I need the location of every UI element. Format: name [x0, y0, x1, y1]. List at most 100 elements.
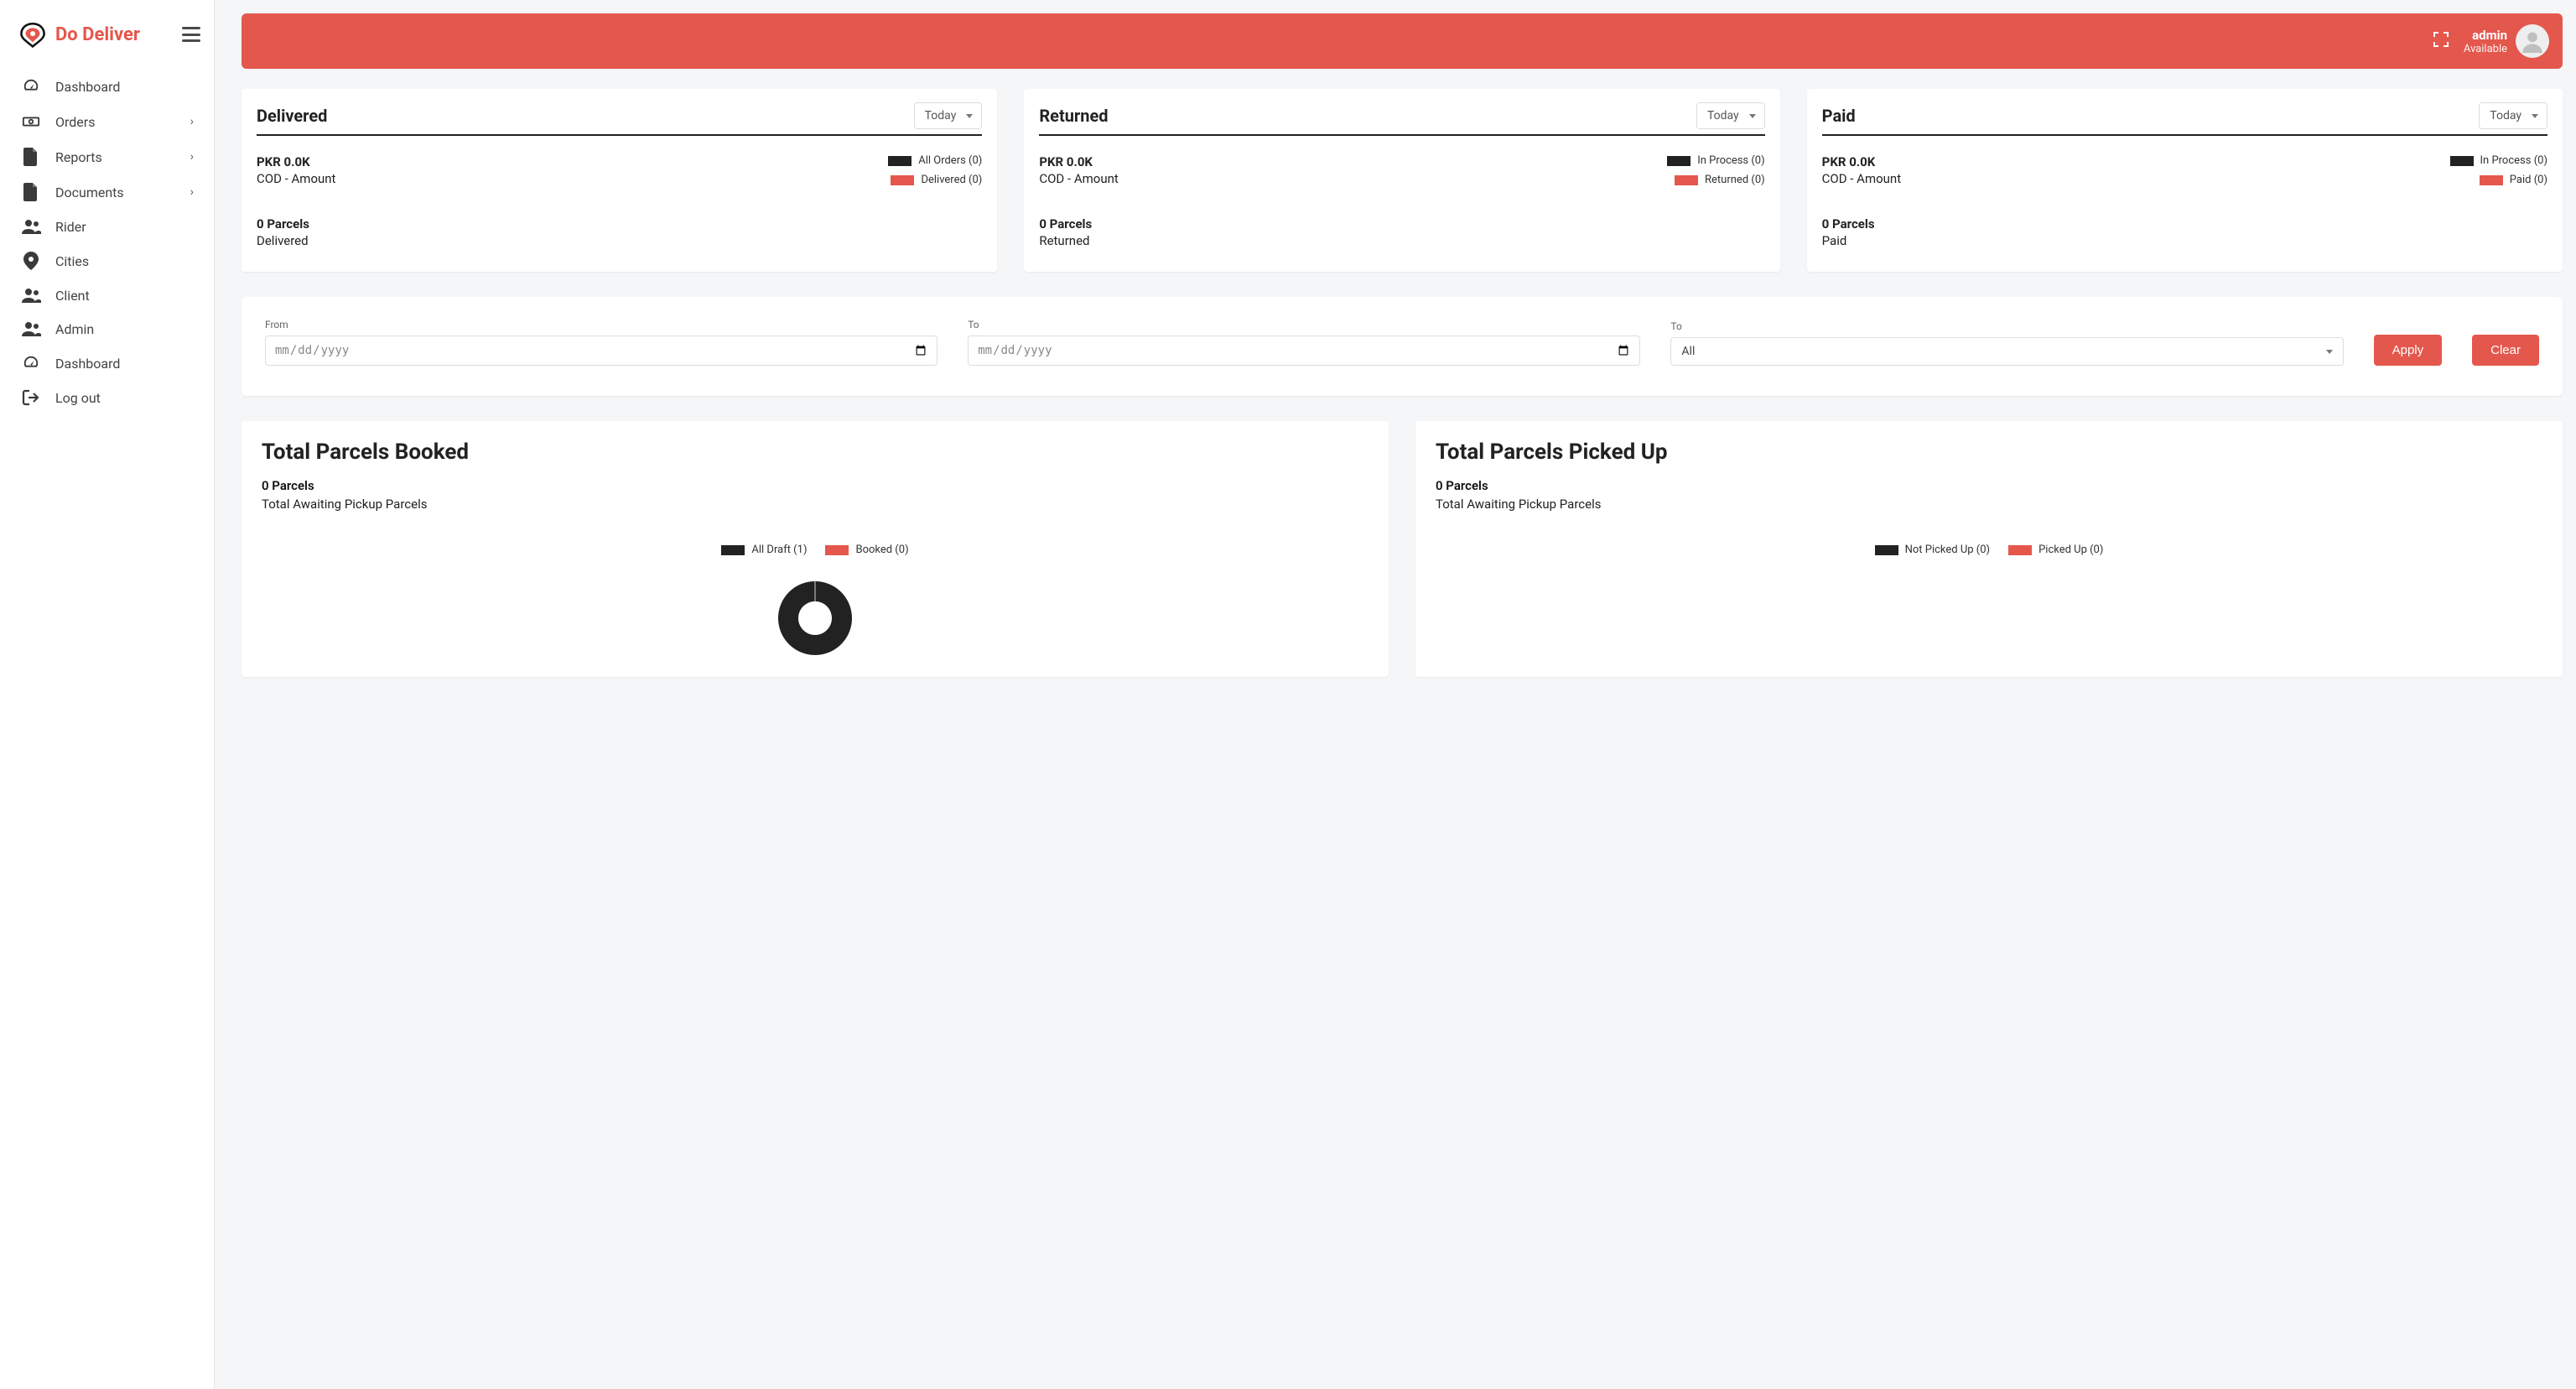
count-caption: Returned — [1039, 233, 1118, 248]
chart-caption: Total Awaiting Pickup Parcels — [262, 497, 1368, 512]
user-status: Available — [2464, 43, 2507, 55]
count-value: 0 Parcels — [257, 216, 335, 232]
sidebar-item-label: Rider — [55, 219, 194, 235]
count-caption: Paid — [1822, 233, 1901, 248]
amount-value: PKR 0.0K — [1822, 154, 1901, 169]
stat-card: ReturnedToday PKR 0.0K COD - Amount 0 Pa… — [1024, 89, 1779, 272]
legend-swatch — [721, 545, 745, 555]
sidebar-item-label: Documents — [55, 185, 177, 200]
chart-card: Total Parcels Picked Up 0 Parcels Total … — [1415, 421, 2563, 677]
period-select[interactable]: Today — [2479, 102, 2547, 129]
stat-card: Paid Today PKR 0.0K COD - Amount 0 Parcel… — [1807, 89, 2563, 272]
card-title: Paid — [1822, 106, 1856, 126]
users-icon — [20, 287, 42, 304]
count-value: 0 Parcels — [1039, 216, 1118, 232]
sidebar-item-orders[interactable]: Orders › — [8, 104, 205, 139]
legend-swatch — [1675, 175, 1698, 185]
users-icon — [20, 218, 42, 235]
hamburger-icon[interactable] — [182, 27, 200, 42]
legend-item: Booked (0) — [825, 544, 908, 556]
apply-button[interactable]: Apply — [2374, 335, 2443, 366]
sidebar-item-label: Dashboard — [55, 356, 194, 372]
legend-item: Delivered (0) — [888, 174, 982, 186]
brand-name: Do Deliver — [55, 24, 140, 45]
count-caption: Delivered — [257, 233, 335, 248]
sidebar-item-label: Client — [55, 288, 194, 304]
sidebar-item-label: Orders — [55, 114, 177, 130]
logo-icon — [18, 20, 47, 49]
legend-swatch — [891, 175, 914, 185]
sidebar-item-label: Cities — [55, 253, 194, 269]
file-icon — [20, 183, 42, 201]
sidebar-item-label: Reports — [55, 149, 177, 165]
count-value: 0 Parcels — [1822, 216, 1901, 232]
period-select[interactable]: Today — [1696, 102, 1765, 129]
chart-title: Total Parcels Picked Up — [1436, 440, 2542, 465]
user-menu[interactable]: admin Available — [2464, 24, 2549, 58]
chart-legend: All Draft (1) Booked (0) — [262, 544, 1368, 556]
chevron-right-icon: › — [190, 185, 194, 199]
amount-value: PKR 0.0K — [1039, 154, 1118, 169]
chart-legend: Not Picked Up (0) Picked Up (0) — [1436, 544, 2542, 556]
legend-item: Paid (0) — [2450, 174, 2547, 186]
chevron-right-icon: › — [190, 150, 194, 164]
legend-swatch — [1667, 156, 1690, 166]
main: admin Available Delivered Today PKR 0.0K … — [215, 0, 2576, 1389]
sidebar-item-logout[interactable]: Log out — [8, 381, 205, 414]
legend-item: Returned (0) — [1667, 174, 1764, 186]
chart-card: Total Parcels Booked 0 Parcels Total Awa… — [242, 421, 1389, 677]
stat-card: Delivered Today PKR 0.0K COD - Amount 0 P… — [242, 89, 997, 272]
fullscreen-icon[interactable] — [2433, 32, 2449, 50]
period-select[interactable]: Today — [914, 102, 983, 129]
legend-item: Not Picked Up (0) — [1875, 544, 1990, 556]
legend-swatch — [1875, 545, 1898, 555]
amount-caption: COD - Amount — [1822, 171, 1901, 186]
topbar: admin Available — [242, 13, 2563, 69]
sidebar-item-reports[interactable]: Reports › — [8, 139, 205, 174]
sidebar-item-label: Admin — [55, 321, 194, 337]
sidebar-item-rider[interactable]: Rider — [8, 210, 205, 243]
gauge-icon — [20, 77, 42, 96]
donut-chart — [689, 568, 941, 668]
legend-swatch — [2480, 175, 2503, 185]
to-date-input[interactable] — [968, 336, 1640, 366]
card-title: Delivered — [257, 106, 327, 126]
user-name: admin — [2464, 28, 2507, 43]
sidebar-item-client[interactable]: Client — [8, 278, 205, 312]
legend-item: In Process (0) — [2450, 154, 2547, 167]
sidebar-item-label: Log out — [55, 390, 194, 406]
from-date-input[interactable] — [265, 336, 937, 366]
sidebar-item-admin[interactable]: Admin — [8, 312, 205, 346]
sidebar-item-dashboard-2[interactable]: Dashboard — [8, 346, 205, 381]
legend-item: All Draft (1) — [721, 544, 807, 556]
chart-count: 0 Parcels — [1436, 478, 2542, 493]
sidebar-item-documents[interactable]: Documents › — [8, 174, 205, 210]
card-title: Returned — [1039, 106, 1108, 126]
sidebar: Do Deliver Dashboard Orders › — [0, 0, 215, 1389]
avatar — [2516, 24, 2549, 58]
sidebar-item-dashboard[interactable]: Dashboard — [8, 69, 205, 104]
legend-item: In Process (0) — [1667, 154, 1764, 167]
legend-item: All Orders (0) — [888, 154, 982, 167]
chevron-right-icon: › — [190, 115, 194, 128]
clear-button[interactable]: Clear — [2472, 335, 2539, 366]
filter-select[interactable]: All — [1670, 337, 2343, 366]
pin-icon — [20, 252, 42, 270]
to2-label: To — [1670, 320, 2343, 332]
brand[interactable]: Do Deliver — [18, 20, 140, 49]
amount-value: PKR 0.0K — [257, 154, 335, 169]
legend-swatch — [888, 156, 911, 166]
file-icon — [20, 148, 42, 166]
chart-caption: Total Awaiting Pickup Parcels — [1436, 497, 2542, 512]
amount-caption: COD - Amount — [257, 171, 335, 186]
logout-icon — [20, 389, 42, 406]
to-label: To — [968, 319, 1640, 330]
legend-swatch — [2008, 545, 2032, 555]
money-icon — [20, 112, 42, 131]
sidebar-item-label: Dashboard — [55, 79, 194, 95]
users-icon — [20, 320, 42, 337]
chart-count: 0 Parcels — [262, 478, 1368, 493]
sidebar-item-cities[interactable]: Cities — [8, 243, 205, 278]
from-label: From — [265, 319, 937, 330]
legend-swatch — [825, 545, 849, 555]
